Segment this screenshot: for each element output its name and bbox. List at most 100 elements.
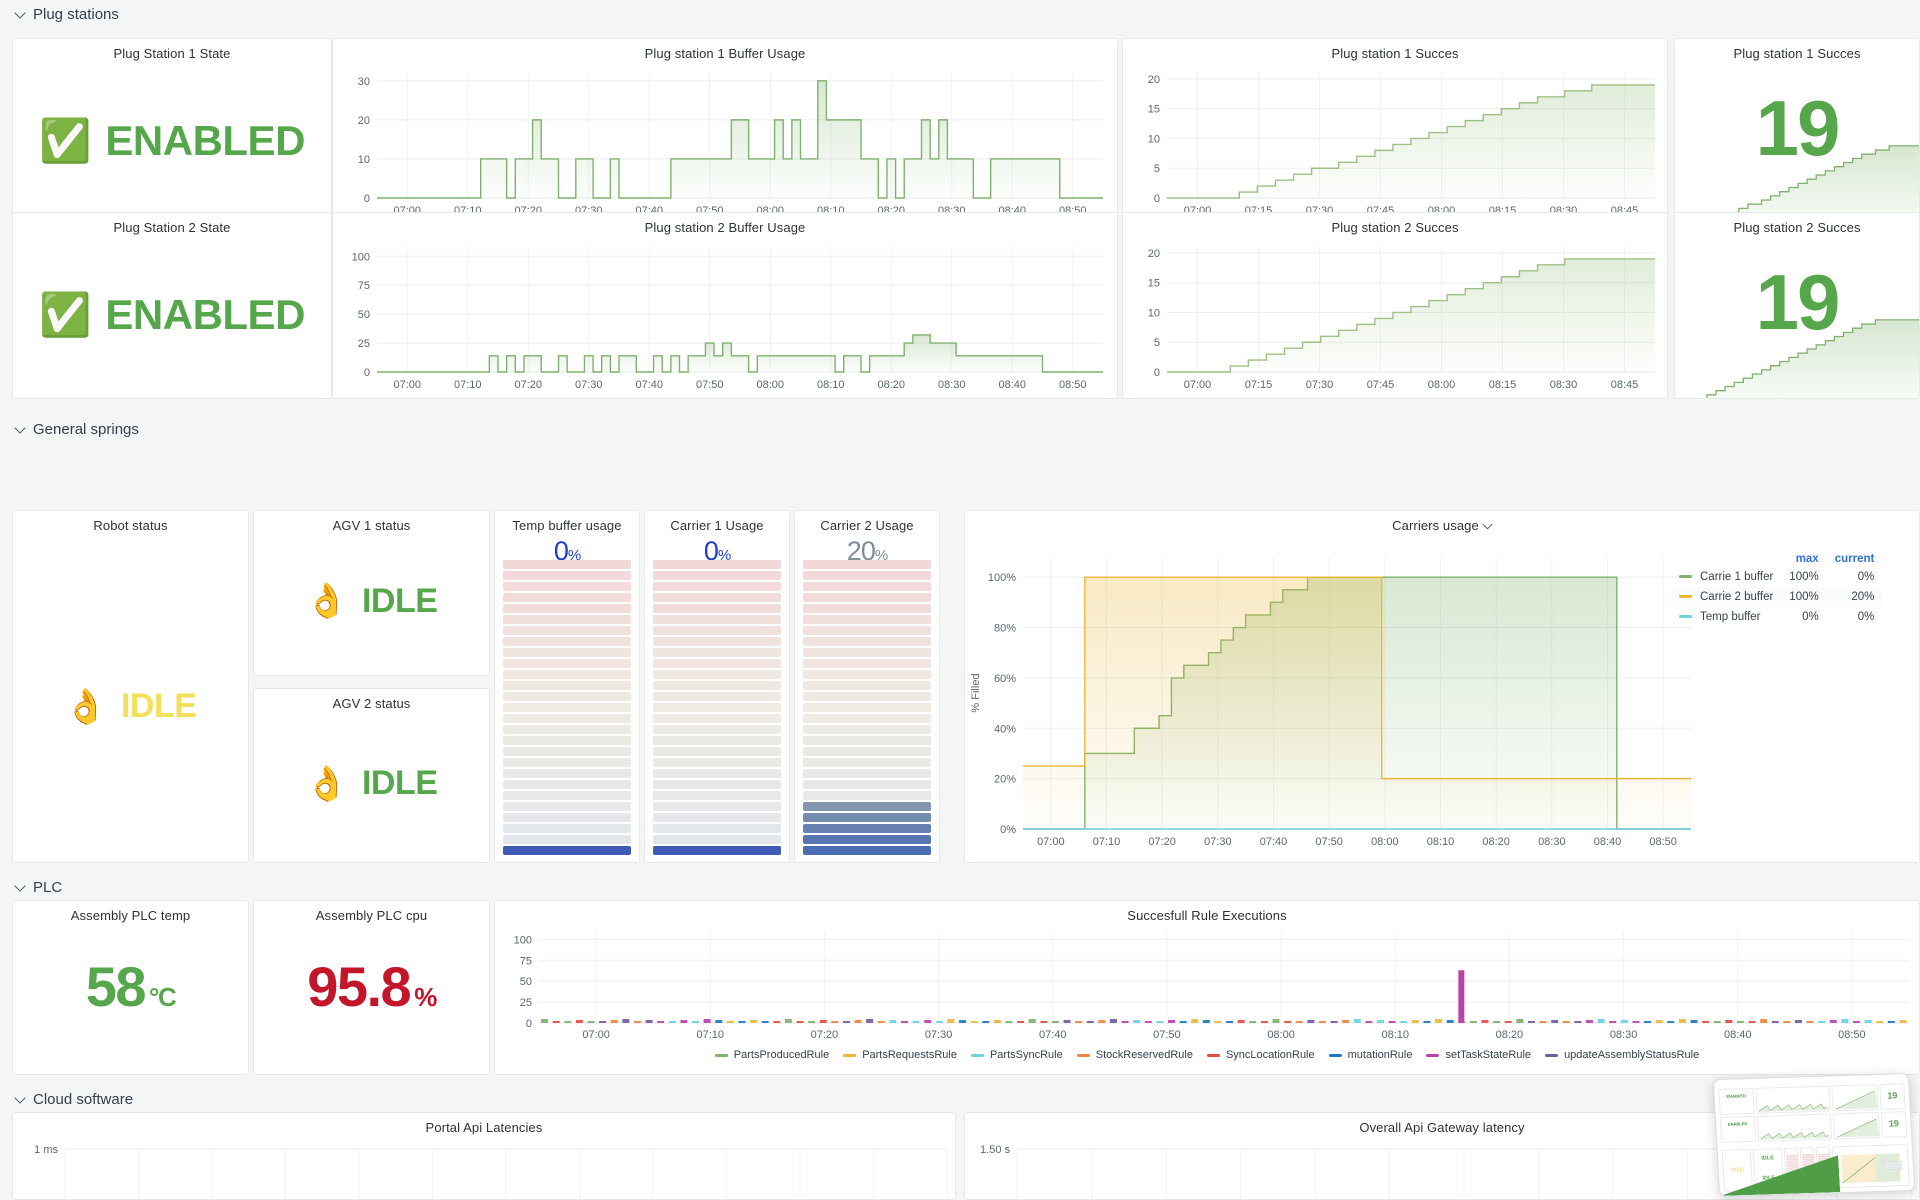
- legend-item[interactable]: PartsRequestsRule: [843, 1049, 957, 1061]
- panel-succesfull-rule-executions[interactable]: Succesfull Rule Executions 0 25 50 75 100 07:…: [494, 900, 1920, 1075]
- legend-label: mutationRule: [1347, 1049, 1413, 1061]
- bar-gauge-cell: [503, 703, 631, 712]
- panel-agv-2-status[interactable]: AGV 2 status 👌 IDLE: [253, 688, 490, 863]
- panel-carrier-1-usage[interactable]: Carrier 1 Usage 0%: [644, 510, 790, 863]
- panel-plug-station-2-buffer-usage[interactable]: Plug station 2 Buffer Usage 0 25 50 75 100 07…: [332, 212, 1118, 399]
- white-check-mark-icon: ✅: [39, 290, 92, 338]
- thumb-stat: 19: [1887, 1090, 1898, 1101]
- panel-plug-station-2-state[interactable]: Plug Station 2 State ✅ ENABLED: [12, 212, 332, 399]
- bar-gauge-cell: [803, 582, 931, 591]
- panel-plug-station-2-succes-graph[interactable]: Plug station 2 Succes 0 5 10 15 20 07:00 07:15…: [1122, 212, 1668, 399]
- bar-gauge-cell: [503, 846, 631, 855]
- panel-title: Robot status: [93, 518, 168, 533]
- bar-gauge-cell: [653, 714, 781, 723]
- panel-title-carriers-usage[interactable]: Carriers usage: [965, 511, 1919, 533]
- stat-number: 58: [85, 954, 147, 1018]
- chart-rule-executions[interactable]: 0 25 50 75 100 07:00 07:10 07:20 07:30 07:40 07:50…: [495, 923, 1919, 1045]
- bar-gauge-cell: [653, 824, 781, 833]
- legend-series-name[interactable]: Carrie 1 buffer: [1671, 567, 1781, 587]
- stat-unit: °C: [149, 981, 177, 1012]
- svg-text:80%: 80%: [994, 623, 1016, 635]
- bar-gauge-cell: [653, 626, 781, 635]
- section-header-plc[interactable]: PLC: [0, 873, 62, 901]
- panel-plug-station-1-state[interactable]: Plug Station 1 State ✅ ENABLED: [12, 38, 332, 225]
- legend-color-swatch: [843, 1053, 857, 1057]
- svg-text:20: 20: [1148, 248, 1160, 260]
- svg-text:20%: 20%: [994, 774, 1016, 786]
- panel-carriers-usage[interactable]: Carriers usage 0% 20% 40% 60% 80% 100% 07:00 07…: [964, 510, 1920, 863]
- legend-series-name[interactable]: Carrie 2 buffer: [1671, 587, 1781, 607]
- panel-robot-status[interactable]: Robot status 👌 IDLE: [12, 510, 249, 863]
- chart-carriers-usage[interactable]: 0% 20% 40% 60% 80% 100% 07:00 07:10 07:20 07:30 07…: [965, 535, 1701, 862]
- svg-text:10: 10: [358, 154, 370, 166]
- section-title: Cloud software: [33, 1090, 134, 1108]
- legend-row[interactable]: Temp buffer 0% 0%: [1671, 607, 1882, 627]
- legend-item[interactable]: PartsProducedRule: [714, 1049, 829, 1061]
- svg-text:% Filled: % Filled: [970, 673, 982, 712]
- panel-plug-station-1-succes-graph[interactable]: Plug station 1 Succes 0 5 10 15 20 07:00 07:15…: [1122, 38, 1668, 225]
- panel-assembly-plc-temp[interactable]: Assembly PLC temp 58 °C: [12, 900, 249, 1075]
- chart-ps1-buffer[interactable]: 0 10 20 30 07:00 07:10 07:20 07:30 07:40 07:50 08:…: [333, 61, 1117, 224]
- legend-item[interactable]: mutationRule: [1328, 1049, 1413, 1061]
- legend-item[interactable]: setTaskStateRule: [1426, 1049, 1531, 1061]
- legend-value: 0%: [1802, 611, 1819, 623]
- bar-gauge-cell: [653, 593, 781, 602]
- panel-carrier-2-usage[interactable]: Carrier 2 Usage 20%: [794, 510, 940, 863]
- panel-plug-station-1-buffer-usage[interactable]: Plug station 1 Buffer Usage 0 10 20 30 07:00…: [332, 38, 1118, 225]
- chart-ps2-succes[interactable]: 0 5 10 15 20 07:00 07:15 07:30 07:45 08:00 08:15 08…: [1123, 235, 1667, 398]
- rule-executions-legend[interactable]: PartsProducedRule PartsRequestsRule PartsS…: [495, 1049, 1919, 1061]
- svg-text:08:20: 08:20: [1496, 1029, 1524, 1041]
- panel-temp-buffer-usage[interactable]: Temp buffer usage 0%: [494, 510, 640, 863]
- svg-text:10: 10: [1148, 307, 1160, 319]
- bar-gauge-cell: [503, 648, 631, 657]
- thumb-panel: [1756, 1113, 1833, 1142]
- legend-label: StockReservedRule: [1095, 1049, 1193, 1061]
- chevron-down-icon: [16, 1092, 26, 1102]
- section-header-plug-stations[interactable]: Plug stations: [0, 0, 119, 28]
- bar-gauge-cell: [503, 802, 631, 811]
- bar-gauge-cell: [503, 604, 631, 613]
- svg-text:30: 30: [358, 76, 370, 88]
- legend-row[interactable]: Carrie 2 buffer 100% 20%: [1671, 587, 1883, 607]
- thumb-stat: 19: [1888, 1118, 1900, 1129]
- panel-plug-station-2-succes-stat[interactable]: Plug station 2 Succes 19: [1674, 212, 1920, 399]
- svg-text:07:15: 07:15: [1245, 379, 1273, 391]
- panel-title: Carrier 1 Usage: [670, 518, 764, 533]
- bar-gauge-cells: [803, 560, 931, 855]
- legend-item[interactable]: updateAssemblyStatusRule: [1545, 1049, 1699, 1061]
- legend-item[interactable]: PartsSyncRule: [970, 1049, 1063, 1061]
- chart-ps2-buffer[interactable]: 0 25 50 75 100 07:00 07:10 07:20 07:30 07:40 07:50…: [333, 235, 1117, 398]
- svg-text:08:50: 08:50: [1838, 1029, 1866, 1041]
- legend-item[interactable]: StockReservedRule: [1076, 1049, 1193, 1061]
- section-title: Plug stations: [33, 5, 119, 23]
- chart-ps1-succes[interactable]: 0 5 10 15 20 07:00 07:15 07:30 07:45 08:00 08:15 08…: [1123, 61, 1667, 224]
- bar-gauge-cell: [803, 648, 931, 657]
- panel-plug-station-1-succes-stat[interactable]: Plug station 1 Succes 19: [1674, 38, 1920, 225]
- legend-row[interactable]: Carrie 1 buffer 100% 0%: [1671, 567, 1882, 587]
- legend-label: PartsRequestsRule: [862, 1049, 957, 1061]
- legend-header[interactable]: max: [1781, 551, 1826, 567]
- state-display: ✅ ENABLED: [13, 57, 331, 224]
- legend-value: 0%: [1857, 571, 1875, 583]
- bar-gauge-cell: [803, 593, 931, 602]
- svg-text:08:40: 08:40: [998, 379, 1026, 391]
- bar-gauge-cell: [653, 725, 781, 734]
- panel-assembly-plc-cpu[interactable]: Assembly PLC cpu 95.8%: [253, 900, 490, 1075]
- section-header-general-springs[interactable]: General springs: [0, 415, 139, 443]
- panel-agv-1-status[interactable]: AGV 1 status 👌 IDLE: [253, 510, 490, 676]
- svg-text:08:40: 08:40: [1594, 836, 1622, 848]
- panel-title: Plug station 2 Buffer Usage: [644, 220, 806, 235]
- svg-text:08:30: 08:30: [1550, 379, 1578, 391]
- section-header-cloud-software[interactable]: Cloud software: [0, 1085, 133, 1113]
- thumb-panel: [1755, 1085, 1831, 1114]
- legend-item[interactable]: SyncLocationRule: [1206, 1049, 1315, 1061]
- svg-text:0: 0: [526, 1018, 532, 1030]
- svg-text:07:30: 07:30: [1306, 379, 1334, 391]
- panel-portal-api-latencies[interactable]: Portal Api Latencies 1 ms: [12, 1112, 956, 1200]
- legend-header[interactable]: current: [1827, 551, 1883, 567]
- section-title: General springs: [33, 420, 139, 438]
- chart-portal-api[interactable]: 1 ms: [13, 1135, 955, 1199]
- bar-gauge-cell: [653, 736, 781, 745]
- bar-gauge-cell: [803, 791, 931, 800]
- legend-series-name[interactable]: Temp buffer: [1671, 607, 1781, 627]
